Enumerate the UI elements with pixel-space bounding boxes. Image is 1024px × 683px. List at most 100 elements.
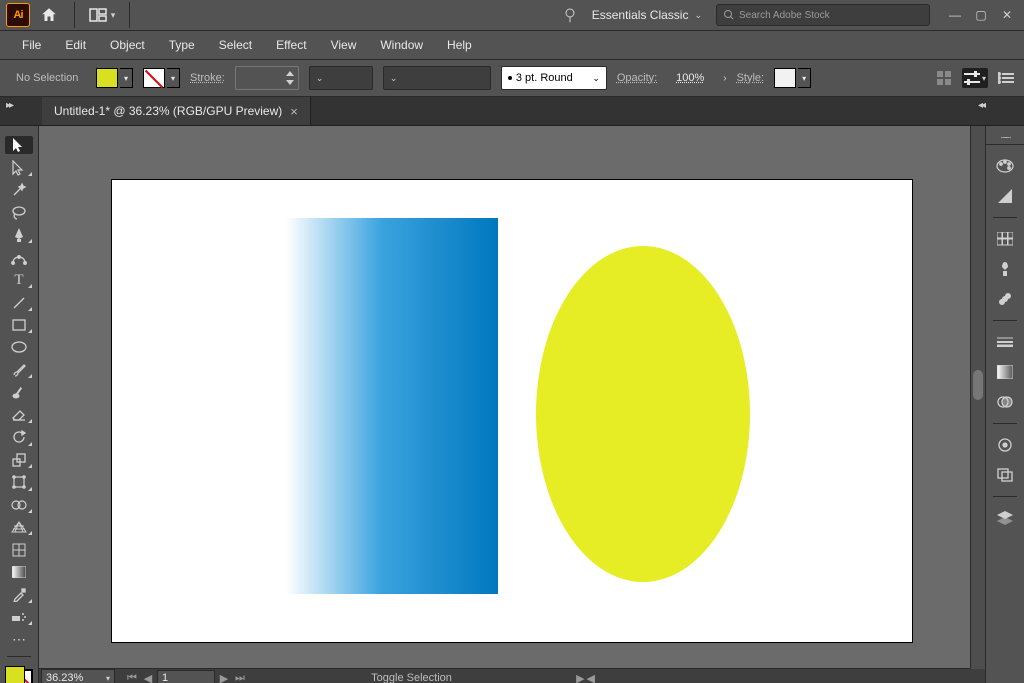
gradient-tool[interactable] — [5, 563, 33, 581]
eyedropper-tool[interactable] — [5, 585, 33, 603]
appearance-panel-icon[interactable] — [991, 432, 1019, 458]
graphic-style-control[interactable]: ▾ — [774, 68, 811, 88]
document-tab[interactable]: Untitled-1* @ 36.23% (RGB/GPU Preview) × — [42, 97, 311, 125]
vertical-scrollbar[interactable] — [970, 126, 985, 669]
perspective-grid-tool[interactable] — [5, 518, 33, 536]
workspace-label: Essentials Classic — [592, 8, 689, 22]
gradient-panel-icon[interactable] — [991, 359, 1019, 385]
right-panel-dock: ┈┈ — [985, 126, 1024, 683]
stroke-weight-combo[interactable]: ⌄ — [309, 66, 373, 90]
lasso-tool[interactable] — [5, 203, 33, 221]
curvature-tool[interactable] — [5, 248, 33, 266]
menu-file[interactable]: File — [12, 34, 51, 56]
opacity-label[interactable]: Opacity: — [617, 72, 657, 84]
eraser-tool[interactable] — [5, 406, 33, 424]
opacity-value[interactable]: 100% — [667, 69, 713, 87]
mesh-tool[interactable] — [5, 540, 33, 558]
menu-object[interactable]: Object — [100, 34, 155, 56]
fill-dropdown[interactable]: ▾ — [120, 68, 133, 88]
variable-width-profile-combo[interactable]: ⌄ — [383, 66, 491, 90]
color-panel-icon[interactable] — [991, 153, 1019, 179]
app-logo-icon: Ai — [6, 3, 30, 27]
fill-swatch[interactable] — [96, 68, 118, 88]
stroke-swatch-none[interactable] — [143, 68, 165, 88]
magic-wand-tool[interactable] — [5, 181, 33, 199]
brush-definition-combo[interactable]: 3 pt. Round ⌄ — [501, 66, 607, 90]
transparency-panel-icon[interactable] — [991, 389, 1019, 415]
home-button[interactable] — [36, 2, 62, 28]
paintbrush-tool[interactable] — [5, 361, 33, 379]
document-setup-icon[interactable] — [936, 70, 952, 86]
layers-panel-icon[interactable] — [991, 505, 1019, 531]
zoom-level-combo[interactable]: 36.23% ▾ — [41, 669, 115, 683]
search-help-icon[interactable] — [558, 3, 582, 27]
free-transform-tool[interactable] — [5, 473, 33, 491]
chevron-down-icon: ⌄ — [694, 10, 702, 21]
stroke-label[interactable]: Stroke: — [190, 72, 225, 84]
main-area: T — [0, 126, 1024, 683]
more-tools[interactable]: ⋯ — [5, 630, 33, 648]
menu-type[interactable]: Type — [159, 34, 205, 56]
color-guide-panel-icon[interactable] — [991, 183, 1019, 209]
menu-help[interactable]: Help — [437, 34, 482, 56]
pen-tool[interactable] — [5, 226, 33, 244]
fill-swatch-tool[interactable] — [5, 666, 25, 683]
stock-search-input[interactable]: Search Adobe Stock — [716, 4, 930, 26]
brushes-panel-icon[interactable] — [991, 256, 1019, 282]
nav-next[interactable]: ▶ — [217, 671, 231, 683]
scale-tool[interactable] — [5, 451, 33, 469]
fill-stroke-control[interactable] — [5, 666, 33, 683]
expand-panels-right-icon[interactable]: ◂◂ — [978, 100, 984, 111]
stroke-control[interactable]: ▾ — [143, 68, 180, 88]
fill-control[interactable]: ▾ — [96, 68, 133, 88]
workspace-switcher[interactable]: Essentials Classic ⌄ — [586, 4, 708, 26]
menu-window[interactable]: Window — [370, 34, 433, 56]
nav-prev[interactable]: ◀ — [141, 671, 155, 683]
canvas-viewport[interactable]: ⌃ 36.23% ▾ ⏮ ◀ 1 ▶ ⏭ Toggle Selection ▶ — [39, 126, 985, 683]
artboard[interactable] — [112, 180, 912, 642]
expand-panels-left-icon[interactable]: ▸▸ — [6, 100, 12, 111]
gradient-rectangle[interactable] — [286, 218, 498, 594]
dock-grip-icon[interactable]: ┈┈ — [986, 132, 1024, 145]
yellow-ellipse[interactable] — [536, 246, 750, 582]
tab-close-button[interactable]: × — [290, 104, 298, 119]
nav-first[interactable]: ⏮ — [125, 671, 139, 683]
preferences-icon[interactable]: ▾ — [962, 68, 988, 88]
toolbox: T — [0, 126, 39, 683]
menu-view[interactable]: View — [321, 34, 367, 56]
close-button[interactable]: ✕ — [1000, 8, 1014, 22]
selection-status: No Selection — [16, 72, 86, 84]
menu-effect[interactable]: Effect — [266, 34, 316, 56]
panel-menu-icon[interactable] — [998, 72, 1014, 84]
stroke-dropdown[interactable]: ▾ — [167, 68, 180, 88]
arrange-documents-button[interactable]: ▾ — [74, 2, 130, 28]
swatches-panel-icon[interactable] — [991, 226, 1019, 252]
minimize-button[interactable]: — — [948, 8, 962, 22]
graphic-styles-panel-icon[interactable] — [991, 462, 1019, 488]
stroke-panel-icon[interactable] — [991, 329, 1019, 355]
opacity-flyout[interactable]: › — [723, 73, 726, 84]
rotate-tool[interactable] — [5, 428, 33, 446]
search-icon — [723, 9, 735, 21]
rectangle-tool[interactable] — [5, 316, 33, 334]
graphic-style-swatch[interactable] — [774, 68, 796, 88]
artboard-number-field[interactable]: 1 — [157, 670, 215, 683]
selection-tool[interactable] — [5, 136, 33, 154]
status-center-text: Toggle Selection — [257, 672, 566, 683]
stroke-weight-stepper[interactable] — [235, 66, 299, 90]
line-tool[interactable] — [5, 293, 33, 311]
menu-edit[interactable]: Edit — [55, 34, 96, 56]
hscroll-right[interactable]: ▶ — [576, 672, 584, 683]
shape-builder-tool[interactable] — [5, 496, 33, 514]
ellipse-tool[interactable] — [5, 338, 33, 356]
symbol-sprayer-tool[interactable] — [5, 608, 33, 626]
symbols-panel-icon[interactable] — [991, 286, 1019, 312]
menu-select[interactable]: Select — [209, 34, 262, 56]
type-tool[interactable]: T — [5, 271, 33, 289]
maximize-button[interactable]: ▢ — [974, 8, 988, 22]
hscroll-left[interactable]: ◀ — [587, 672, 595, 683]
nav-last[interactable]: ⏭ — [233, 671, 247, 683]
direct-selection-tool[interactable] — [5, 158, 33, 176]
graphic-style-dropdown[interactable]: ▾ — [798, 68, 811, 88]
blob-brush-tool[interactable] — [5, 383, 33, 401]
